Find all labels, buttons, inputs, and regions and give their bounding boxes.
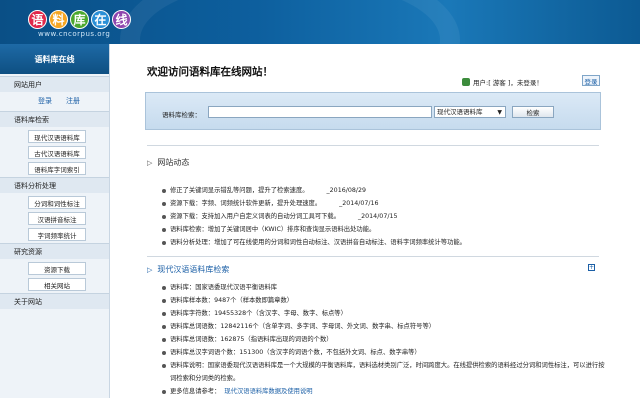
news-item: 语料库检索：增加了关键词居中（KWIC）排序和查询显示语料出处功能。 xyxy=(162,223,602,236)
news-list: 修正了关键词显示错乱等问题，提升了检索速度。 _2016/08/29 资源下载：字… xyxy=(162,184,602,249)
logo-char: 料 xyxy=(49,10,68,29)
search-button[interactable]: 检索 xyxy=(512,106,554,118)
bullet-icon xyxy=(162,227,166,232)
expand-icon[interactable]: + xyxy=(588,264,595,271)
search-label: 语料库检索： xyxy=(162,111,201,119)
page-title: 欢迎访问语料库在线网站！ xyxy=(147,66,273,78)
news-item: 资源下载：字频、词频统计软件更新，提升处理速度。 _2014/07/16 xyxy=(162,197,602,210)
usage-doc-link[interactable]: 现代汉语语料库数据及使用说明 xyxy=(224,385,312,398)
corpus-title-text[interactable]: 现代汉语语料库检索 xyxy=(157,264,229,275)
info-text: 语料库总词语数：162875（指语料库出现的词语的个数） xyxy=(170,336,333,343)
info-text: 语料库总汉字词语个数：151300（含汉字的词语个数，不包括外文词、标点、数字串… xyxy=(170,349,421,356)
bullet-icon xyxy=(162,311,166,316)
sidebar-section-analysis: 语料分析处理 xyxy=(0,177,109,193)
site-banner: 语料库在线 www.cncorpus.org xyxy=(0,0,640,44)
site-logo[interactable]: 语料库在线 xyxy=(28,10,131,29)
sidebar-section-users: 网站用户 xyxy=(0,76,109,92)
sidebar: 语料库在线 网站用户 登录 注册 语料库检索 现代汉语语料库 古代汉语语料库 语… xyxy=(0,44,110,398)
info-text: 语料库字符数：19455328个（含汉字、字母、数字、标点等） xyxy=(170,310,347,317)
sidebar-item-pinyin[interactable]: 汉语拼音标注 xyxy=(28,212,86,225)
news-item: 修正了关键词显示错乱等问题，提升了检索速度。 _2016/08/29 xyxy=(162,184,602,197)
info-item: 语料库：国家语委现代汉语平衡语料库 xyxy=(162,281,607,294)
sidebar-header: 语料库在线 xyxy=(0,44,109,74)
sidebar-section-resources: 研究资源 xyxy=(0,243,109,259)
news-section-title: ▷ 网站动态 xyxy=(147,157,189,168)
info-item: 语料库说明：国家语委现代汉语语料库是一个大规模的平衡语料库，语料选材类别广泛，时… xyxy=(162,359,607,385)
news-date: _2016/08/29 xyxy=(326,187,366,194)
bullet-icon xyxy=(162,363,166,368)
sidebar-item-downloads[interactable]: 资源下载 xyxy=(28,262,86,275)
logo-char: 在 xyxy=(91,10,110,29)
bullet-icon xyxy=(162,240,166,245)
info-text: 更多信息请参考： xyxy=(170,388,221,395)
sidebar-item-frequency[interactable]: 字词频率统计 xyxy=(28,228,86,241)
bullet-icon xyxy=(162,389,166,394)
user-status: 用户:[ 游客 ]，未登录！ xyxy=(462,77,543,87)
user-status-text: 用户:[ 游客 ]，未登录！ xyxy=(473,79,543,87)
info-text: 语料库总词语数：12842116个（含单字词、多字词、字母词、外文词、数字串、标… xyxy=(170,323,436,330)
login-button[interactable]: 登录 xyxy=(582,75,600,86)
bullet-icon xyxy=(162,201,166,206)
arrow-right-icon: ▷ xyxy=(147,265,153,274)
news-text: 修正了关键词显示错乱等问题，提升了检索速度。 xyxy=(170,187,309,194)
corpus-info-list: 语料库：国家语委现代汉语平衡语料库 语料库样本数：9487个（样本数即篇章数） … xyxy=(162,281,607,398)
sidebar-item-ancient-corpus[interactable]: 古代汉语语料库 xyxy=(28,146,86,159)
info-item: 语料库字符数：19455328个（含汉字、字母、数字、标点等） xyxy=(162,307,607,320)
sidebar-section-about[interactable]: 关于网站 xyxy=(0,293,109,309)
news-date: _2014/07/16 xyxy=(339,200,379,207)
info-item: 语料库总汉字词语个数：151300（含汉字的词语个数，不包括外文词、标点、数字串… xyxy=(162,346,607,359)
news-title-text: 网站动态 xyxy=(157,158,190,167)
logo-char: 线 xyxy=(112,10,131,29)
news-date: _2014/07/15 xyxy=(358,213,398,220)
login-link[interactable]: 登录 xyxy=(38,96,52,106)
main-content: 欢迎访问语料库在线网站！ 用户:[ 游客 ]，未登录！ 登录 语料库检索： 现代… xyxy=(110,44,640,398)
search-input[interactable] xyxy=(208,106,432,118)
info-item: 语料库样本数：9487个（样本数即篇章数） xyxy=(162,294,607,307)
corpus-select-value: 现代汉语语料库 xyxy=(437,108,483,116)
user-icon xyxy=(462,78,470,86)
bullet-icon xyxy=(162,324,166,329)
site-url: www.cncorpus.org xyxy=(38,30,111,38)
info-text: 语料库说明：国家语委现代汉语语料库是一个大规模的平衡语料库，语料选材类别广泛，时… xyxy=(170,362,605,382)
bullet-icon xyxy=(162,188,166,193)
sidebar-item-related-sites[interactable]: 相关网站 xyxy=(28,278,86,291)
news-text: 语料分析处理：增加了可在线使用的分词和词性自动标注、汉语拼音自动标注、语料字词频… xyxy=(170,239,466,246)
bullet-icon xyxy=(162,350,166,355)
news-text: 资源下载：支持加入用户自定义词表的自动分词工具可下载。 xyxy=(170,213,341,220)
bullet-icon xyxy=(162,214,166,219)
divider xyxy=(147,145,599,146)
bullet-icon xyxy=(162,337,166,342)
news-text: 资源下载：字频、词频统计软件更新，提升处理速度。 xyxy=(170,200,322,207)
logo-char: 语 xyxy=(28,10,47,29)
arrow-right-icon: ▷ xyxy=(147,158,153,167)
corpus-select[interactable]: 现代汉语语料库 ▼ xyxy=(434,106,506,118)
info-item: 语料库总词语数：12842116个（含单字词、多字词、字母词、外文词、数字串、标… xyxy=(162,320,607,333)
corpus-section-title[interactable]: ▷ 现代汉语语料库检索 xyxy=(147,264,229,275)
sidebar-item-modern-corpus[interactable]: 现代汉语语料库 xyxy=(28,130,86,143)
info-text: 语料库：国家语委现代汉语平衡语料库 xyxy=(170,284,278,291)
sidebar-item-segmentation[interactable]: 分词和词性标注 xyxy=(28,196,86,209)
dropdown-arrow-icon: ▼ xyxy=(497,109,502,116)
sidebar-item-word-index[interactable]: 语料库字词索引 xyxy=(28,162,86,175)
info-text: 语料库样本数：9487个（样本数即篇章数） xyxy=(170,297,294,304)
search-panel: 语料库检索： 现代汉语语料库 ▼ 检索 xyxy=(145,92,601,130)
divider xyxy=(147,256,599,257)
register-link[interactable]: 注册 xyxy=(66,96,80,106)
logo-char: 库 xyxy=(70,10,89,29)
info-item: 语料库总词语数：162875（指语料库出现的词语的个数） xyxy=(162,333,607,346)
sidebar-section-search: 语料库检索 xyxy=(0,111,109,127)
bullet-icon xyxy=(162,285,166,290)
news-item: 资源下载：支持加入用户自定义词表的自动分词工具可下载。 _2014/07/15 xyxy=(162,210,602,223)
info-item: 更多信息请参考： 现代汉语语料库数据及使用说明 xyxy=(162,385,607,398)
news-item: 语料分析处理：增加了可在线使用的分词和词性自动标注、汉语拼音自动标注、语料字词频… xyxy=(162,236,602,249)
bullet-icon xyxy=(162,298,166,303)
news-text: 语料库检索：增加了关键词居中（KWIC）排序和查询显示语料出处功能。 xyxy=(170,226,376,233)
